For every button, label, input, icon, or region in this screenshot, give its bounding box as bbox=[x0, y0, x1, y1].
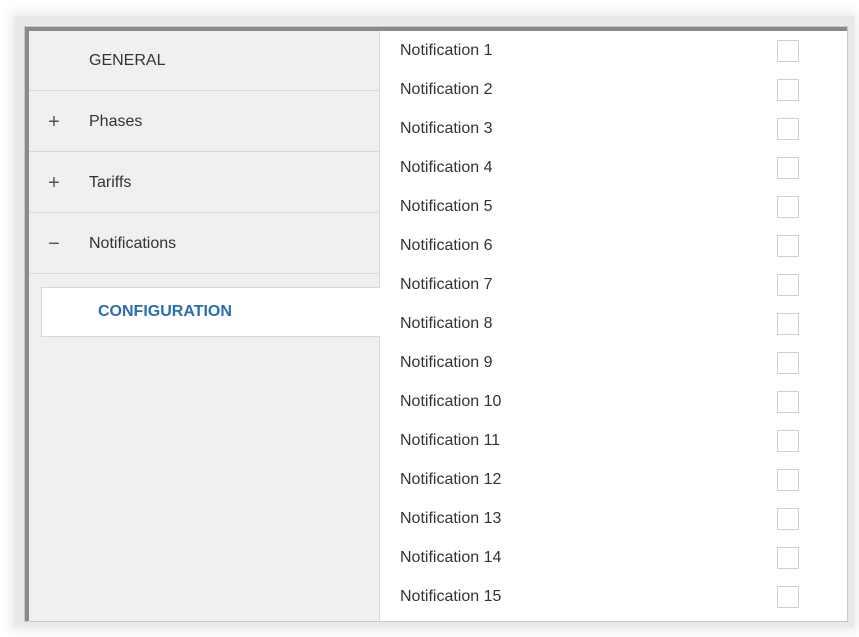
sidebar-item-label: Phases bbox=[89, 112, 143, 130]
sidebar-subitem-configuration[interactable]: CONFIGURATION bbox=[41, 287, 381, 337]
notification-checkbox[interactable] bbox=[777, 312, 799, 335]
notification-checkbox[interactable] bbox=[777, 78, 799, 101]
notification-label: Notification 9 bbox=[400, 353, 493, 371]
notification-checkbox[interactable] bbox=[777, 507, 799, 530]
notification-label: Notification 12 bbox=[400, 470, 502, 488]
notification-label: Notification 6 bbox=[400, 236, 493, 254]
notification-checkbox[interactable] bbox=[777, 156, 799, 179]
notification-checkbox[interactable] bbox=[777, 117, 799, 140]
sidebar-item-label: GENERAL bbox=[89, 51, 166, 69]
notification-checkbox[interactable] bbox=[777, 429, 799, 452]
notification-label: Notification 11 bbox=[400, 431, 501, 449]
notification-row: Notification 12 bbox=[380, 460, 847, 499]
notification-label: Notification 4 bbox=[400, 158, 493, 176]
sidebar: GENERAL + Phases + Tariffs − Notificatio… bbox=[29, 31, 381, 621]
notification-row: Notification 15 bbox=[380, 577, 847, 616]
notification-row: Notification 1 bbox=[380, 31, 847, 70]
notification-label: Notification 5 bbox=[400, 197, 493, 215]
expand-plus-icon[interactable]: + bbox=[46, 173, 62, 193]
notification-checkbox[interactable] bbox=[777, 195, 799, 218]
collapse-minus-icon[interactable]: − bbox=[46, 234, 62, 254]
sidebar-item-phases[interactable]: + Phases bbox=[29, 92, 379, 152]
notification-row: Notification 14 bbox=[380, 538, 847, 577]
notification-label: Notification 8 bbox=[400, 314, 493, 332]
sidebar-item-label: Notifications bbox=[89, 234, 177, 252]
sidebar-item-label: Tariffs bbox=[89, 173, 132, 191]
notification-row: Notification 8 bbox=[380, 304, 847, 343]
notification-row: Notification 4 bbox=[380, 148, 847, 187]
notification-row: Notification 11 bbox=[380, 421, 847, 460]
notifications-config-content: Notification 1 Notification 2 Notificati… bbox=[380, 31, 847, 621]
notification-label: Notification 13 bbox=[400, 509, 502, 527]
sidebar-item-tariffs[interactable]: + Tariffs bbox=[29, 153, 379, 213]
notification-row: Notification 13 bbox=[380, 499, 847, 538]
notification-checkbox[interactable] bbox=[777, 351, 799, 374]
notification-label: Notification 15 bbox=[400, 587, 502, 605]
stage: GENERAL + Phases + Tariffs − Notificatio… bbox=[0, 0, 859, 637]
notification-row: Notification 6 bbox=[380, 226, 847, 265]
notification-checkbox[interactable] bbox=[777, 390, 799, 413]
notification-label: Notification 10 bbox=[400, 392, 502, 410]
notification-checkbox[interactable] bbox=[777, 273, 799, 296]
notification-label: Notification 14 bbox=[400, 548, 502, 566]
notification-label: Notification 1 bbox=[400, 41, 493, 59]
sidebar-subitem-label: CONFIGURATION bbox=[98, 303, 232, 320]
expand-plus-icon[interactable]: + bbox=[46, 112, 62, 132]
sidebar-item-general[interactable]: GENERAL bbox=[29, 31, 379, 91]
parameters-panel: GENERAL + Phases + Tariffs − Notificatio… bbox=[24, 26, 848, 622]
notification-label: Notification 7 bbox=[400, 275, 493, 293]
notification-label: Notification 2 bbox=[400, 80, 493, 98]
notification-checkbox[interactable] bbox=[777, 585, 799, 608]
notification-row: Notification 9 bbox=[380, 343, 847, 382]
notification-row: Notification 7 bbox=[380, 265, 847, 304]
notification-checkbox[interactable] bbox=[777, 39, 799, 62]
notification-row: Notification 2 bbox=[380, 70, 847, 109]
notification-checkbox[interactable] bbox=[777, 546, 799, 569]
notification-checkbox[interactable] bbox=[777, 468, 799, 491]
notification-row: Notification 10 bbox=[380, 382, 847, 421]
notification-checkbox[interactable] bbox=[777, 234, 799, 257]
sidebar-item-notifications[interactable]: − Notifications bbox=[29, 214, 379, 274]
notification-row: Notification 3 bbox=[380, 109, 847, 148]
notification-row: Notification 5 bbox=[380, 187, 847, 226]
notification-label: Notification 3 bbox=[400, 119, 493, 137]
